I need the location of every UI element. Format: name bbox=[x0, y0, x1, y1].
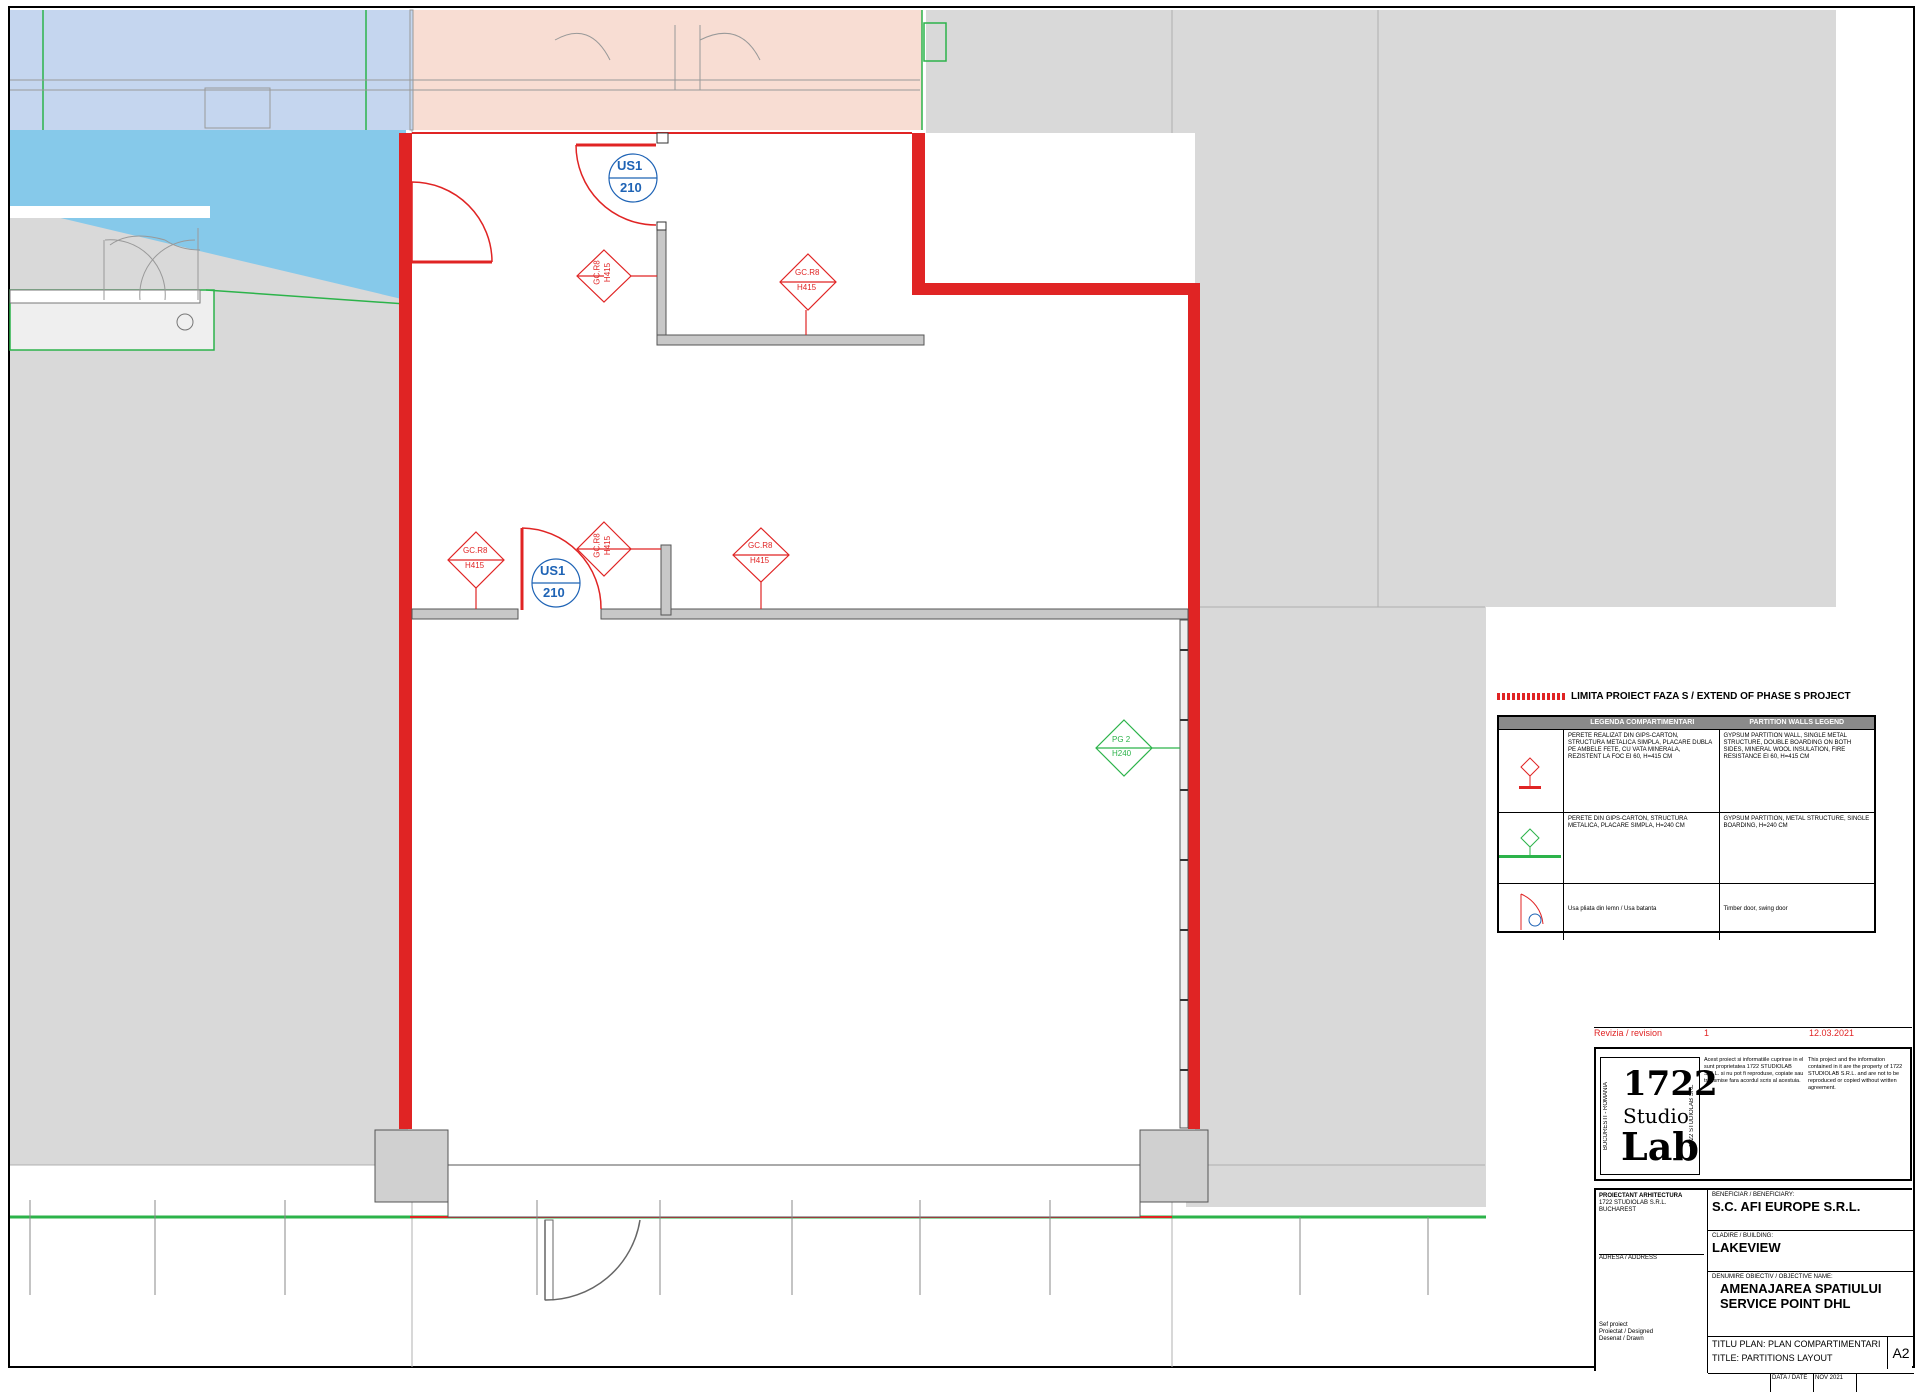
door-symbol-icon bbox=[1520, 893, 1544, 930]
revision-row: Revizia / revision 1 12.03.2021 bbox=[1594, 1027, 1912, 1041]
zone-salmon bbox=[413, 10, 922, 130]
legend-table: LEGENDA COMPARTIMENTARI PARTITION WALLS … bbox=[1497, 715, 1876, 940]
glazing-east bbox=[1179, 619, 1189, 1129]
title-block-header: BUCURESTI - ROMANIA 1722 Studio Lab 1722… bbox=[1594, 1047, 1912, 1181]
title-block-fields: PROIECTANT ARHITECTURA 1722 STUDIOLAB S.… bbox=[1594, 1188, 1914, 1392]
column-southeast bbox=[1139, 1129, 1209, 1203]
partition-stub bbox=[660, 544, 672, 616]
legend-limit-title: LIMITA PROIECT FAZA S / EXTEND OF PHASE … bbox=[1497, 691, 1851, 702]
partition-small-room-south bbox=[656, 334, 925, 346]
studio-logo: BUCURESTI - ROMANIA 1722 Studio Lab 1722… bbox=[1600, 1057, 1718, 1175]
legend-row: PERETE REALIZAT DIN GIPS-CARTON, STRUCTU… bbox=[1499, 729, 1874, 812]
partition-tag-symbol-icon bbox=[1499, 828, 1561, 858]
legend-row: PERETE DIN GIPS-CARTON, STRUCTURA METALI… bbox=[1499, 812, 1874, 883]
wall-west-limit bbox=[399, 133, 412, 1129]
door-swing-entrance bbox=[544, 1219, 641, 1301]
limit-dash-icon bbox=[1497, 693, 1565, 700]
zone-blue bbox=[10, 10, 413, 130]
partition-mid-east bbox=[600, 608, 1189, 620]
adjacent-area-gray-right bbox=[1186, 607, 1486, 1207]
legend-header: LEGENDA COMPARTIMENTARI PARTITION WALLS … bbox=[1499, 717, 1874, 729]
title-block: Revizia / revision 1 12.03.2021 BUCUREST… bbox=[1594, 1027, 1914, 1392]
partition-small-room-west bbox=[656, 224, 667, 346]
wall-tag-symbol-icon bbox=[1519, 757, 1541, 789]
column-southwest bbox=[374, 1129, 449, 1203]
wall-northeast-limit bbox=[912, 133, 925, 285]
wall-east-step-limit bbox=[912, 283, 1200, 295]
wall-east-limit bbox=[1188, 283, 1200, 1129]
adjacent-area-gray-left bbox=[10, 210, 408, 1165]
legend-row: Usa pliata din lemn / Usa batanta Timber… bbox=[1499, 883, 1874, 940]
partition-mid-west bbox=[411, 608, 519, 620]
